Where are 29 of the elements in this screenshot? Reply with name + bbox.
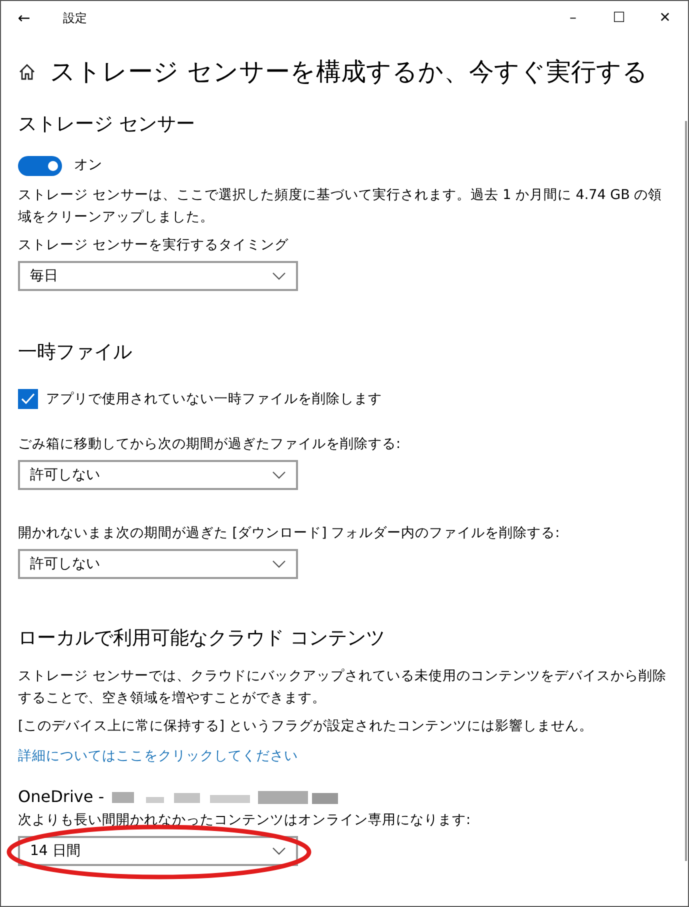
- toggle-switch[interactable]: [18, 156, 62, 176]
- section-heading: ストレージ センサー: [18, 112, 196, 137]
- home-icon: [18, 63, 36, 81]
- chevron-down-icon: [272, 272, 286, 280]
- learn-more-link[interactable]: 詳細についてはここをクリックしてください: [18, 745, 668, 768]
- dropdown-label: ごみ箱に移動してから次の期間が過ぎたファイルを削除する:: [18, 435, 402, 454]
- checkmark-icon: [21, 393, 35, 406]
- checkbox-label: アプリで使用されていない一時ファイルを削除します: [46, 390, 382, 409]
- chevron-down-icon: [272, 560, 286, 568]
- section-heading: 一時ファイル: [18, 340, 133, 365]
- section-heading: ローカルで利用可能なクラウド コンテンツ: [18, 626, 386, 652]
- description-text: ストレージ センサーでは、クラウドにバックアップされている未使用のコンテンツをデバイスから削除することで、空き領域を増やすことができます。: [18, 667, 668, 708]
- toggle-label: オン: [74, 156, 102, 175]
- dropdown[interactable]: 許可しない: [18, 460, 298, 490]
- checkbox[interactable]: [18, 389, 38, 410]
- dropdown[interactable]: 毎日: [18, 261, 298, 291]
- description-text: [このデバイス上に常に保持する] というフラグが設定されたコンテンツには影響しません。: [18, 717, 594, 736]
- account-label: OneDrive -: [18, 786, 104, 808]
- scrollbar[interactable]: [685, 121, 687, 861]
- chevron-down-icon: [272, 471, 286, 480]
- dropdown-label: 開かれないまま次の期間が過ぎた [ダウンロード] フォルダー内のファイルを削除する:: [18, 524, 561, 542]
- dropdown[interactable]: 14 日間: [18, 836, 298, 866]
- window-title: 設定: [63, 10, 87, 27]
- description-text: ストレージ センサーは、ここで選択した頻度に基づいて実行されます。過去 1 か月間に 4.74 GB の領域をクリーンアップしました。: [18, 186, 664, 227]
- chevron-down-icon: [272, 847, 286, 856]
- dropdown[interactable]: 許可しない: [18, 549, 298, 580]
- dropdown-label: ストレージ センサーを実行するタイミング: [18, 236, 290, 254]
- page-title: ストレージ センサーを構成するか、今すぐ実行する: [50, 56, 648, 88]
- back-button[interactable]: ←: [1, 6, 47, 30]
